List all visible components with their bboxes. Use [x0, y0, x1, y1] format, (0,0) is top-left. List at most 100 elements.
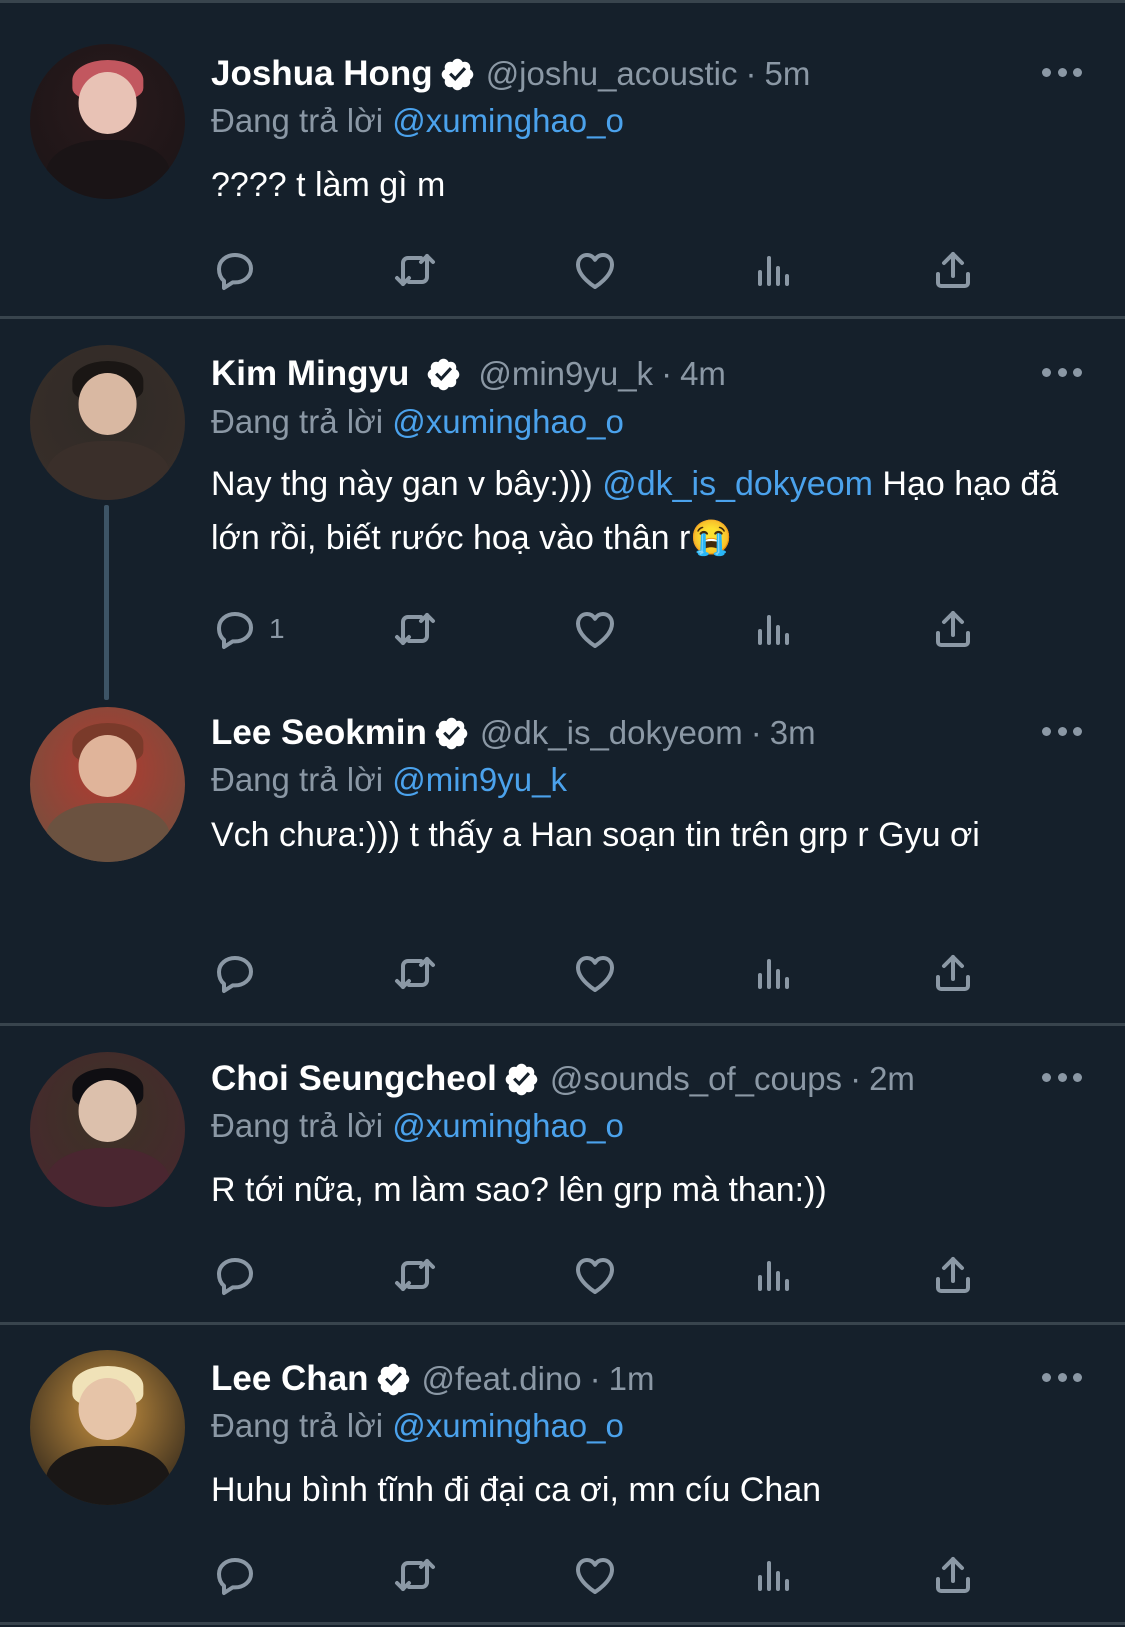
reply-action[interactable] [211, 246, 259, 294]
display-name[interactable]: Lee Chan [211, 1359, 369, 1399]
timestamp[interactable]: 2m [869, 1060, 915, 1098]
retweet-action[interactable] [391, 1251, 439, 1299]
views-action[interactable] [749, 1251, 797, 1299]
share-action[interactable] [929, 246, 977, 294]
like-action[interactable] [571, 949, 619, 997]
handle[interactable]: @feat.dino [422, 1360, 582, 1398]
like-icon[interactable] [571, 949, 619, 997]
share-icon[interactable] [929, 949, 977, 997]
like-icon[interactable] [571, 246, 619, 294]
separator-dot: · [589, 1360, 601, 1397]
reply-icon[interactable] [211, 1251, 259, 1299]
timestamp[interactable]: 5m [765, 55, 811, 93]
handle[interactable]: @dk_is_dokyeom [480, 714, 743, 752]
handle[interactable]: @sounds_of_coups [550, 1060, 842, 1098]
retweet-action[interactable] [391, 949, 439, 997]
avatar[interactable] [30, 707, 185, 862]
share-action[interactable] [929, 605, 977, 653]
retweet-action[interactable] [391, 246, 439, 294]
tweet[interactable]: Joshua Hong @joshu_acoustic · 5m Đang tr… [0, 0, 1125, 318]
reply-icon[interactable] [211, 605, 259, 653]
share-action[interactable] [929, 949, 977, 997]
action-bar [211, 246, 1011, 294]
share-action[interactable] [929, 1251, 977, 1299]
retweet-action[interactable] [391, 1551, 439, 1599]
separator-dot: · [850, 1060, 862, 1097]
retweet-icon[interactable] [391, 1551, 439, 1599]
handle[interactable]: @joshu_acoustic [486, 55, 738, 93]
share-action[interactable] [929, 1551, 977, 1599]
like-icon[interactable] [571, 1551, 619, 1599]
tweet[interactable]: Kim Mingyu @min9yu_k · 4m Đang trả lời @… [0, 319, 1125, 679]
timestamp[interactable]: 3m [770, 714, 816, 752]
replying-to: Đang trả lời @min9yu_k [211, 761, 567, 799]
avatar[interactable] [30, 345, 185, 500]
views-icon[interactable] [749, 1251, 797, 1299]
reply-icon[interactable] [211, 949, 259, 997]
timestamp[interactable]: 1m [609, 1360, 655, 1398]
views-action[interactable] [749, 1551, 797, 1599]
share-icon[interactable] [929, 246, 977, 294]
handle[interactable]: @min9yu_k [478, 355, 653, 393]
like-action[interactable] [571, 605, 619, 653]
reply-action[interactable]: 1 [211, 605, 285, 653]
like-icon[interactable] [571, 605, 619, 653]
separator-dot: · [750, 714, 762, 751]
share-icon[interactable] [929, 1551, 977, 1599]
replying-to-mention[interactable]: @min9yu_k [392, 761, 567, 798]
like-action[interactable] [571, 1551, 619, 1599]
avatar[interactable] [30, 1350, 185, 1505]
avatar[interactable] [30, 1052, 185, 1207]
views-icon[interactable] [749, 605, 797, 653]
reply-action[interactable] [211, 1551, 259, 1599]
more-icon[interactable] [1042, 1071, 1082, 1083]
replying-to-mention[interactable]: @xuminghao_o [392, 1407, 624, 1444]
tweet[interactable]: Lee Seokmin @dk_is_dokyeom · 3m Đang trả… [0, 679, 1125, 1023]
reply-action[interactable] [211, 1251, 259, 1299]
reply-action[interactable] [211, 949, 259, 997]
more-icon[interactable] [1042, 1371, 1082, 1383]
share-icon[interactable] [929, 605, 977, 653]
avatar[interactable] [30, 44, 185, 199]
tweet-header: Joshua Hong @joshu_acoustic · 5m [211, 52, 810, 96]
verified-icon [505, 1063, 538, 1095]
verified-icon [435, 717, 468, 749]
views-action[interactable] [749, 246, 797, 294]
more-icon[interactable] [1042, 725, 1082, 737]
views-icon[interactable] [749, 949, 797, 997]
tweet-text-part: ???? t làm gì m [211, 166, 446, 204]
display-name[interactable]: Joshua Hong [211, 54, 433, 94]
retweet-icon[interactable] [391, 949, 439, 997]
replying-to-mention[interactable]: @xuminghao_o [392, 102, 624, 139]
like-action[interactable] [571, 246, 619, 294]
tweet[interactable]: Choi Seungcheol @sounds_of_coups · 2m Đa… [0, 1026, 1125, 1324]
display-name[interactable]: Lee Seokmin [211, 713, 427, 753]
retweet-icon[interactable] [391, 246, 439, 294]
crying-emoji: 😭 [690, 519, 733, 557]
retweet-icon[interactable] [391, 1251, 439, 1299]
share-icon[interactable] [929, 1251, 977, 1299]
retweet-icon[interactable] [391, 605, 439, 653]
mention-link[interactable]: @dk_is_dokyeom [602, 465, 873, 503]
timestamp[interactable]: 4m [680, 355, 726, 393]
views-action[interactable] [749, 949, 797, 997]
views-icon[interactable] [749, 1551, 797, 1599]
more-icon[interactable] [1042, 66, 1082, 78]
tweet-text-part: Nay thg này gan v bây:))) [211, 465, 603, 503]
replying-to-mention[interactable]: @xuminghao_o [392, 403, 624, 440]
tweet[interactable]: Lee Chan @feat.dino · 1m Đang trả lời @x… [0, 1325, 1125, 1627]
display-name[interactable]: Kim Mingyu [211, 354, 409, 394]
display-name[interactable]: Choi Seungcheol [211, 1059, 497, 1099]
replying-to-mention[interactable]: @xuminghao_o [392, 1107, 624, 1144]
more-icon[interactable] [1042, 366, 1082, 378]
views-icon[interactable] [749, 246, 797, 294]
like-action[interactable] [571, 1251, 619, 1299]
reply-icon[interactable] [211, 1551, 259, 1599]
tweet-text: Nay thg này gan v bây:))) @dk_is_dokyeom… [211, 457, 1061, 565]
verified-icon [441, 58, 473, 90]
like-icon[interactable] [571, 1251, 619, 1299]
replying-label: Đang trả lời [211, 1107, 384, 1144]
reply-icon[interactable] [211, 246, 259, 294]
retweet-action[interactable] [391, 605, 439, 653]
views-action[interactable] [749, 605, 797, 653]
